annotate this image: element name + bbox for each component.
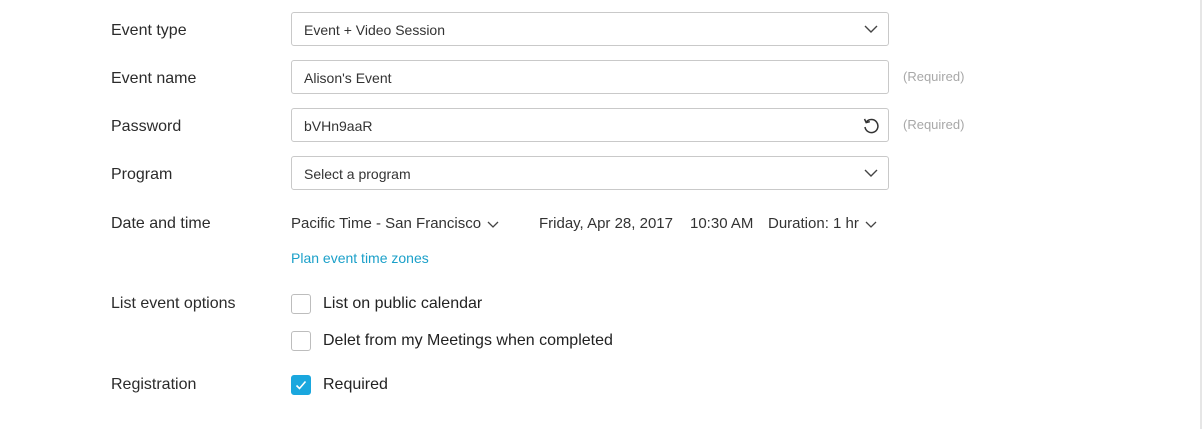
- event-name-value: Alison's Event: [304, 70, 392, 86]
- password-label: Password: [111, 118, 182, 135]
- public-calendar-label[interactable]: List on public calendar: [323, 294, 482, 314]
- chevron-down-icon: [487, 221, 499, 228]
- time-picker[interactable]: 10:30 AM: [690, 215, 753, 233]
- event-name-label: Event name: [111, 70, 197, 87]
- event-name-input[interactable]: Alison's Event: [291, 60, 889, 94]
- refresh-icon[interactable]: [862, 117, 880, 135]
- list-options-label: List event options: [111, 295, 236, 312]
- timezone-value: Pacific Time - San Francisco: [291, 215, 482, 232]
- delete-completed-checkbox[interactable]: [291, 331, 311, 351]
- date-picker[interactable]: Friday, Apr 28, 2017: [539, 215, 673, 233]
- event-type-label: Event type: [111, 22, 187, 39]
- public-calendar-checkbox[interactable]: [291, 294, 311, 314]
- registration-required-label[interactable]: Required: [323, 375, 388, 395]
- delete-completed-label[interactable]: Delet from my Meetings when completed: [323, 331, 613, 351]
- timezone-dropdown[interactable]: Pacific Time - San Francisco: [291, 215, 499, 233]
- registration-label: Registration: [111, 376, 197, 393]
- password-input[interactable]: bVHn9aaR: [291, 108, 889, 142]
- duration-dropdown[interactable]: Duration: 1 hr: [768, 215, 877, 233]
- checkmark-icon: [295, 380, 307, 390]
- event-type-value: Event + Video Session: [304, 22, 446, 38]
- password-required-hint: (Required): [903, 117, 965, 132]
- chevron-down-icon: [864, 25, 878, 33]
- program-placeholder: Select a program: [304, 166, 411, 182]
- plan-time-zones-link[interactable]: Plan event time zones: [291, 250, 429, 266]
- duration-value: Duration: 1 hr: [768, 215, 859, 232]
- program-select[interactable]: Select a program: [291, 156, 889, 190]
- event-name-required-hint: (Required): [903, 69, 965, 84]
- date-time-label: Date and time: [111, 215, 211, 232]
- password-value: bVHn9aaR: [304, 118, 373, 134]
- chevron-down-icon: [865, 221, 877, 228]
- registration-required-checkbox[interactable]: [291, 375, 311, 395]
- event-type-select[interactable]: Event + Video Session: [291, 12, 889, 46]
- program-label: Program: [111, 166, 173, 183]
- date-value: Friday, Apr 28, 2017: [539, 215, 673, 232]
- time-value: 10:30 AM: [690, 215, 754, 232]
- chevron-down-icon: [864, 169, 878, 177]
